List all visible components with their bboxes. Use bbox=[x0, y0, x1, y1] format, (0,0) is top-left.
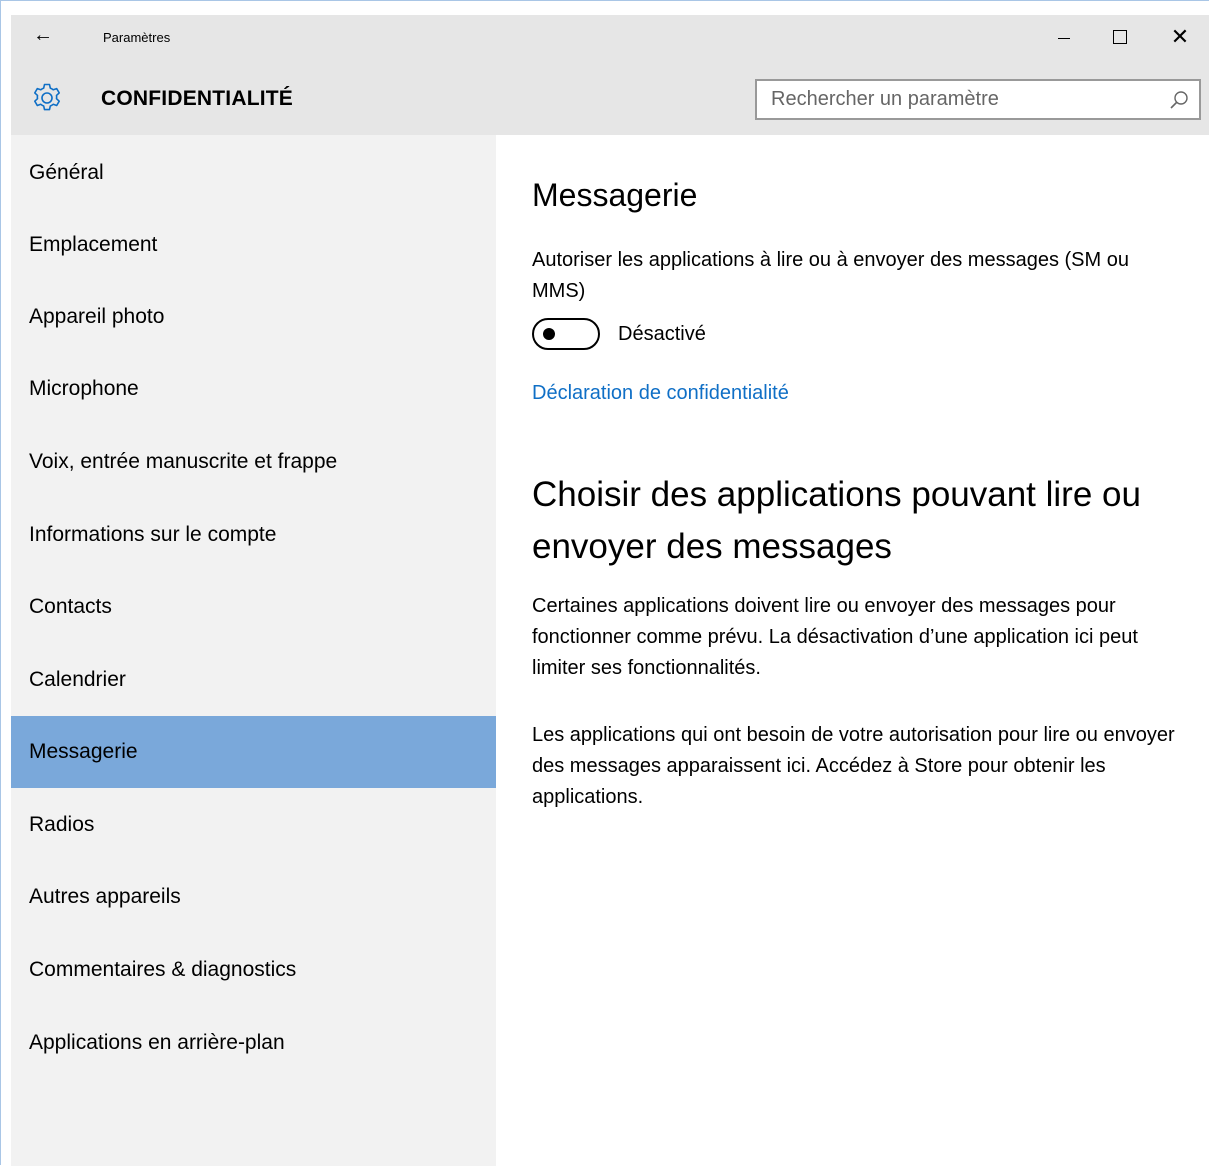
apps-section-heading: Choisir des applications pouvant lire ou… bbox=[532, 475, 1141, 566]
toggle-row: Désactivé bbox=[532, 318, 706, 350]
sidebar-item-camera[interactable]: Appareil photo bbox=[11, 281, 496, 353]
sidebar: Général Emplacement Appareil photo Micro… bbox=[11, 135, 496, 1166]
search-icon[interactable] bbox=[1169, 90, 1189, 110]
section-heading: Messagerie bbox=[532, 177, 698, 213]
sidebar-item-feedback[interactable]: Commentaires & diagnostics bbox=[11, 934, 496, 1006]
window-title: Paramètres bbox=[103, 30, 171, 45]
privacy-statement-link[interactable]: Déclaration de confidentialité bbox=[532, 382, 789, 405]
sidebar-item-messaging[interactable]: Messagerie bbox=[11, 716, 496, 788]
apps-store-note: Les applications qui ont besoin de votre… bbox=[532, 724, 1175, 808]
close-button[interactable]: ✕ bbox=[1157, 15, 1203, 59]
sidebar-item-general[interactable]: Général bbox=[11, 137, 496, 209]
close-icon: ✕ bbox=[1170, 24, 1190, 49]
sidebar-item-contacts[interactable]: Contacts bbox=[11, 571, 496, 643]
sidebar-item-calendar[interactable]: Calendrier bbox=[11, 644, 496, 716]
sidebar-item-other-devices[interactable]: Autres appareils bbox=[11, 861, 496, 933]
minimize-icon bbox=[1058, 37, 1070, 39]
page-title: CONFIDENTIALITÉ bbox=[101, 87, 293, 110]
messaging-toggle[interactable] bbox=[532, 318, 600, 350]
maximize-icon bbox=[1113, 30, 1127, 44]
apps-description: Certaines applications doivent lire ou e… bbox=[532, 595, 1138, 679]
search-box[interactable] bbox=[755, 79, 1201, 120]
setting-description: Autoriser les applications à lire ou à e… bbox=[532, 249, 1129, 302]
title-bar: ← Paramètres ✕ bbox=[11, 15, 1209, 65]
settings-window: ← Paramètres ✕ CONFIDENTIALITÉ Gé bbox=[0, 0, 1209, 1166]
maximize-button[interactable] bbox=[1097, 15, 1143, 59]
sidebar-item-location[interactable]: Emplacement bbox=[11, 209, 496, 281]
sidebar-item-account-info[interactable]: Informations sur le compte bbox=[11, 499, 496, 571]
search-input[interactable] bbox=[757, 88, 1147, 111]
back-arrow-icon[interactable]: ← bbox=[33, 23, 53, 47]
sidebar-item-radios[interactable]: Radios bbox=[11, 789, 496, 861]
page-header: CONFIDENTIALITÉ bbox=[11, 65, 1209, 135]
toggle-knob bbox=[543, 328, 555, 340]
minimize-button[interactable] bbox=[1041, 15, 1087, 59]
toggle-state-label: Désactivé bbox=[618, 322, 706, 345]
sidebar-item-microphone[interactable]: Microphone bbox=[11, 353, 496, 425]
sidebar-item-background-apps[interactable]: Applications en arrière-plan bbox=[11, 1007, 496, 1079]
gear-icon bbox=[34, 83, 60, 111]
sidebar-item-speech[interactable]: Voix, entrée manuscrite et frappe bbox=[11, 426, 496, 498]
